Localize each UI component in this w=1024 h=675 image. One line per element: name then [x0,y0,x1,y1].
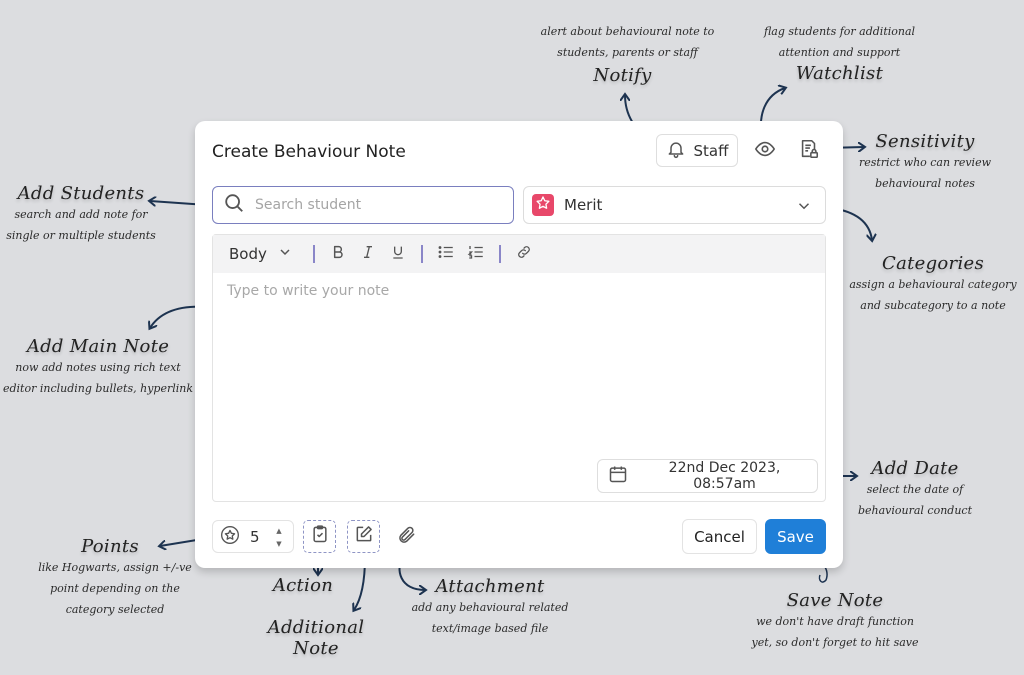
sensitivity-button[interactable] [797,139,821,163]
annotation-add-students: Add Students search and add note for sin… [6,183,156,242]
numbered-list-button[interactable] [465,243,487,265]
annotation-notify: alert about behavioural note to students… [540,25,715,86]
bold-icon [330,244,346,264]
attachment-button[interactable] [395,525,419,549]
rich-text-editor: Body Type to write your note 22nd Dec 20… [212,234,826,502]
decrement-icon[interactable]: ▼ [269,537,289,550]
annotation-points: Points like Hogwarts, assign +/-ve point… [38,536,192,616]
star-icon [535,195,551,215]
clipboard-check-icon [310,524,330,549]
text-style-label: Body [229,245,267,263]
chevron-down-icon [277,244,293,264]
notify-staff-label: Staff [693,141,729,160]
numbered-list-icon [467,243,485,265]
toolbar-divider [420,245,423,263]
bold-button[interactable] [327,243,349,265]
search-student-field[interactable] [212,186,514,224]
bell-icon [666,139,686,163]
category-selected-label: Merit [564,196,603,214]
annotation-additional-note: Additional Note [267,617,365,659]
bullet-list-icon [437,243,455,265]
edit-icon [354,524,374,549]
annotation-categories: Categories assign a behavioural category… [849,253,1017,312]
search-icon [223,192,245,219]
annotation-watchlist: flag students for additional attention a… [763,25,916,84]
notify-staff-button[interactable]: Staff [656,134,738,167]
annotation-save-note: Save Note we don't have draft function y… [751,590,919,649]
annotation-action: Action [272,575,334,596]
italic-icon [360,244,376,264]
paperclip-icon [397,525,417,550]
text-style-select[interactable]: Body [229,244,293,264]
additional-note-button[interactable] [347,520,380,553]
increment-icon[interactable]: ▲ [269,524,289,537]
underline-button[interactable] [387,243,409,265]
note-textarea[interactable] [225,281,809,405]
points-stepper[interactable]: ▲ ▼ [269,524,289,550]
date-value: 22nd Dec 2023, 08:57am [668,460,781,492]
merit-badge [532,194,554,216]
chevron-down-icon [795,197,813,219]
calendar-icon [608,464,628,488]
editor-toolbar: Body [213,235,825,273]
italic-button[interactable] [357,243,379,265]
watchlist-button[interactable] [753,139,777,163]
cancel-button[interactable]: Cancel [682,519,757,554]
annotation-attachment: Attachment add any behavioural related t… [411,576,569,635]
modal-title: Create Behaviour Note [212,142,406,162]
underline-icon [390,244,406,264]
toolbar-divider [312,245,315,263]
create-behaviour-note-modal: Create Behaviour Note Staff Merit [195,121,843,568]
document-lock-icon [798,138,820,165]
date-picker-button[interactable]: 22nd Dec 2023, 08:57am [597,459,818,493]
annotation-add-date: Add Date select the date of behavioural … [857,458,973,517]
points-field[interactable]: 5 ▲ ▼ [212,520,294,553]
link-icon [516,244,532,264]
search-student-input[interactable] [253,196,497,214]
points-value: 5 [250,527,260,546]
save-button[interactable]: Save [765,519,826,554]
link-button[interactable] [513,243,535,265]
bullet-list-button[interactable] [435,243,457,265]
annotation-main-note: Add Main Note now add notes using rich t… [2,336,194,395]
action-button[interactable] [303,520,336,553]
category-select[interactable]: Merit [523,186,826,224]
star-circle-icon [220,525,240,549]
annotation-sensitivity: Sensitivity restrict who can review beha… [858,131,992,190]
toolbar-divider [498,245,501,263]
eye-icon [754,138,776,165]
